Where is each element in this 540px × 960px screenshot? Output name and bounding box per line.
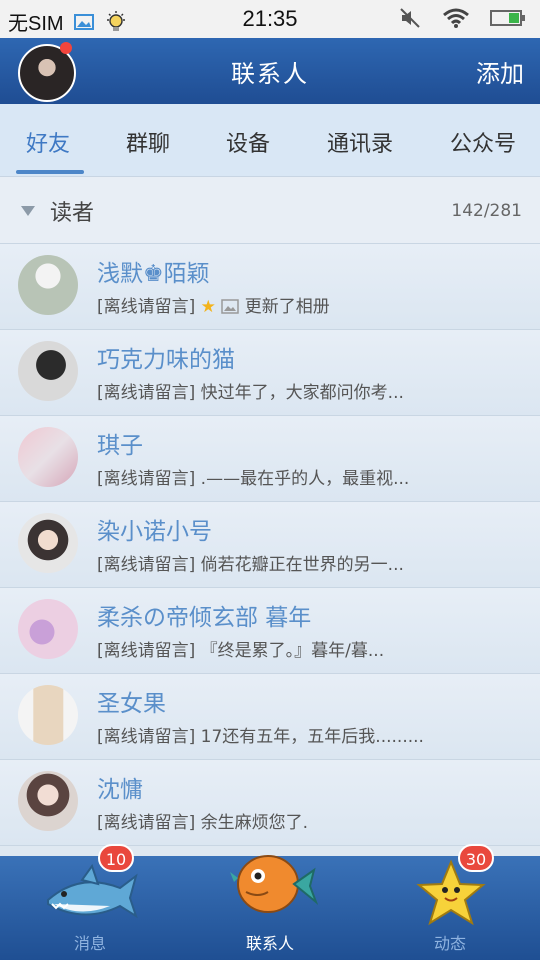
contact-message-text: 更新了相册 (244, 297, 330, 317)
contact-avatar (18, 513, 78, 573)
status-right (398, 6, 526, 30)
contact-row[interactable]: 巧克力味的猫 [离线请留言] 快过年了，大家都问你考... (0, 330, 540, 416)
contact-avatar (18, 427, 78, 487)
tab-devices[interactable]: 设备 (226, 126, 270, 158)
contact-message: [离线请留言] 快过年了，大家都问你考... (97, 378, 527, 403)
contact-message-text: 余生麻烦您了. (200, 813, 309, 833)
star-icon: ★ (200, 297, 216, 317)
contact-avatar (18, 771, 78, 831)
contact-tabs: 好友 群聊 设备 通讯录 公众号 (0, 104, 540, 177)
contact-row[interactable]: 浅默♚陌颖 [离线请留言] ★ 更新了相册 (0, 244, 540, 330)
title-bar: 联系人 添加 (0, 38, 540, 104)
contact-status: [离线请留言] (97, 813, 196, 833)
contact-list: 浅默♚陌颖 [离线请留言] ★ 更新了相册 巧克力味的猫 [离线请留言] 快过年… (0, 244, 540, 846)
contact-message-text: 倘若花瓣正在世界的另一... (200, 555, 404, 575)
contact-message: [离线请留言] 17还有五年，五年后我......... (97, 722, 527, 747)
contact-avatar (18, 341, 78, 401)
contact-avatar (18, 255, 78, 315)
battery-icon (490, 10, 525, 26)
contact-row[interactable]: 琪子 [离线请留言] .——最在乎的人，最重视... (0, 416, 540, 502)
contact-status: [离线请留言] (97, 297, 196, 317)
contact-name: 浅默♚陌颖 (97, 261, 210, 287)
contact-row[interactable]: 染小诺小号 [离线请留言] 倘若花瓣正在世界的另一... (0, 502, 540, 588)
nav-feed[interactable]: 30 动态 (360, 844, 540, 960)
nav-contacts-label: 联系人 (245, 934, 294, 953)
contact-avatar (18, 599, 78, 659)
contact-name: 巧克力味的猫 (97, 347, 235, 373)
contact-message-text: 17还有五年，五年后我......... (200, 727, 424, 747)
contact-message-text: 『终是累了。』暮年/暮... (200, 641, 385, 661)
tab-address-book[interactable]: 通讯录 (327, 126, 393, 158)
wifi-icon (443, 8, 469, 28)
contact-status: [离线请留言] (97, 641, 196, 661)
contact-name: 琪子 (97, 433, 143, 459)
contact-message: [离线请留言] ★ 更新了相册 (97, 292, 527, 317)
expand-triangle-icon (21, 206, 35, 216)
contact-message-text: 快过年了，大家都问你考... (200, 383, 404, 403)
contact-status: [离线请留言] (97, 469, 196, 489)
tab-official-accounts[interactable]: 公众号 (450, 126, 516, 158)
contact-row[interactable]: 柔杀の帝倾玄部 暮年 [离线请留言] 『终是累了。』暮年/暮... (0, 588, 540, 674)
group-header[interactable]: 读者 142/281 (0, 177, 540, 244)
bottom-nav: 10 消息 联系人 30 动态 (0, 844, 540, 960)
tab-groups[interactable]: 群聊 (126, 126, 170, 158)
messages-badge: 10 (98, 844, 134, 872)
group-online-count: 142/281 (451, 201, 522, 221)
contact-avatar (18, 685, 78, 745)
contact-name: 沈慵 (97, 777, 143, 803)
contact-name: 染小诺小号 (97, 519, 212, 545)
add-button[interactable]: 添加 (476, 54, 524, 89)
contact-row[interactable]: 沈慵 [离线请留言] 余生麻烦您了. (0, 760, 540, 846)
nav-messages-label: 消息 (73, 934, 106, 953)
status-bar: 无SIM 21:35 (0, 0, 540, 38)
page-title: 联系人 (231, 60, 309, 88)
contact-status: [离线请留言] (97, 727, 196, 747)
contact-name: 圣女果 (97, 691, 166, 717)
contact-message: [离线请留言] 倘若花瓣正在世界的另一... (97, 550, 527, 575)
album-icon (221, 299, 240, 314)
active-tab-indicator (16, 170, 84, 174)
avatar-notification-dot (60, 42, 72, 54)
nav-contacts[interactable]: 联系人 (180, 855, 360, 960)
contact-message: [离线请留言] .——最在乎的人，最重视... (97, 464, 527, 489)
contact-status: [离线请留言] (97, 555, 196, 575)
group-name: 读者 (50, 201, 95, 226)
nav-feed-label: 动态 (433, 934, 466, 953)
fish-icon (230, 855, 318, 913)
mute-icon (400, 8, 420, 28)
contact-message: [离线请留言] 余生麻烦您了. (97, 808, 527, 833)
contact-message-text: .——最在乎的人，最重视... (200, 469, 410, 489)
contact-name: 柔杀の帝倾玄部 暮年 (97, 605, 312, 631)
feed-badge: 30 (458, 844, 494, 872)
contact-status: [离线请留言] (97, 383, 196, 403)
nav-messages[interactable]: 10 消息 (0, 844, 180, 960)
tab-friends[interactable]: 好友 (26, 126, 70, 158)
contact-message: [离线请留言] 『终是累了。』暮年/暮... (97, 636, 527, 661)
contact-row[interactable]: 圣女果 [离线请留言] 17还有五年，五年后我......... (0, 674, 540, 760)
